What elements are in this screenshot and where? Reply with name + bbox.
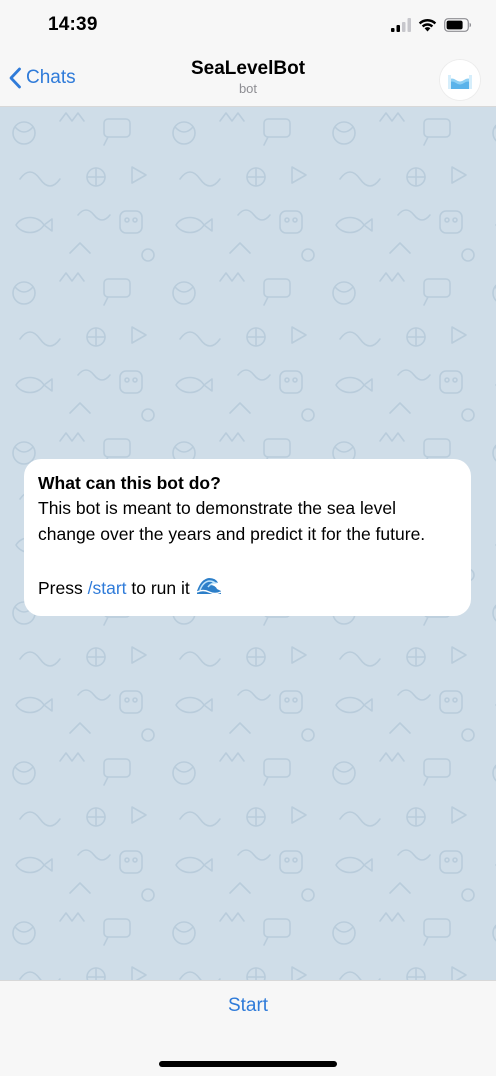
start-command-link[interactable]: /start <box>88 575 127 601</box>
navigation-bar: Chats SeaLevelBot bot <box>0 52 496 107</box>
bot-info-description: This bot is meant to demonstrate the sea… <box>38 498 426 544</box>
instruction-suffix: to run it <box>126 577 190 598</box>
bot-info-card: What can this bot do? This bot is meant … <box>24 459 471 616</box>
instruction-prefix: Press <box>38 577 88 598</box>
status-icons <box>391 18 472 32</box>
wifi-icon <box>418 18 437 32</box>
cellular-signal-icon <box>391 18 411 32</box>
bot-info-instruction: Press /start to run it <box>38 573 457 602</box>
bot-info-title: What can this bot do? <box>38 473 221 493</box>
chat-header[interactable]: SeaLevelBot bot <box>0 58 496 97</box>
status-bar: 14:39 <box>0 0 496 52</box>
home-indicator[interactable] <box>159 1061 337 1067</box>
status-time: 14:39 <box>48 14 98 35</box>
battery-icon <box>444 18 472 32</box>
chat-title: SeaLevelBot <box>190 58 306 79</box>
bottom-bar: Start <box>0 980 496 1076</box>
start-button[interactable]: Start <box>0 995 496 1021</box>
chat-area: What can this bot do? This bot is meant … <box>0 107 496 980</box>
chat-subtitle: bot <box>238 81 258 96</box>
sea-wave-avatar-icon <box>440 60 480 100</box>
water-wave-emoji-icon <box>196 573 222 602</box>
avatar[interactable] <box>440 60 480 100</box>
